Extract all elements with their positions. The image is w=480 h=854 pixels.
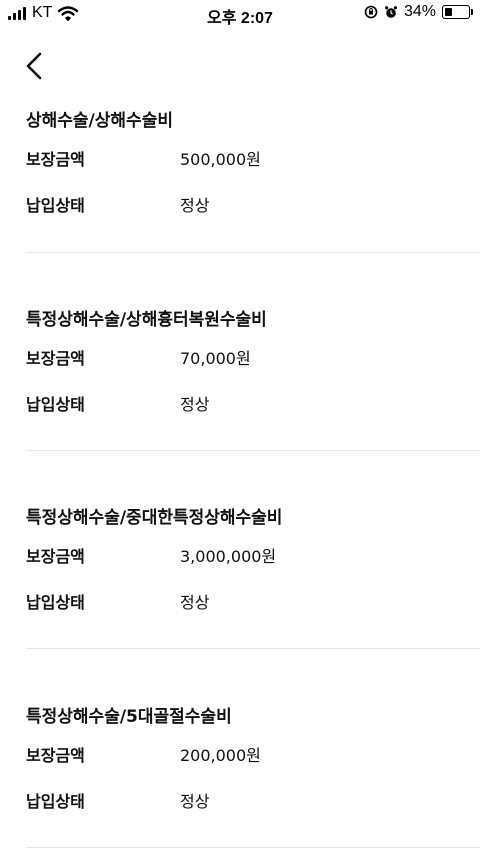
battery-cap (471, 9, 473, 15)
battery-level-fill (445, 8, 452, 16)
section-divider (26, 847, 480, 848)
coverage-amount-label: 보장금액 (26, 746, 85, 765)
section-divider (26, 450, 480, 451)
coverage-title: 상해수술/상해수술비 (26, 111, 173, 131)
payment-status-label: 납입상태 (26, 395, 85, 414)
battery-percent: 34% (403, 3, 436, 20)
coverage-title: 특정상해수술/상해흉터복원수술비 (26, 310, 267, 330)
coverage-amount-value: 70,000원 (180, 349, 251, 368)
payment-status-label: 납입상태 (26, 792, 85, 811)
coverage-title: 특정상해수술/5대골절수술비 (26, 707, 232, 727)
orientation-lock-icon (364, 5, 378, 19)
coverage-amount-value: 200,000원 (180, 746, 261, 765)
status-bar: KT 오후 2:07 34% (0, 0, 480, 28)
chevron-left-icon (26, 52, 42, 80)
section-divider (26, 648, 480, 649)
payment-status-value: 정상 (180, 593, 210, 612)
coverage-amount-value: 3,000,000원 (180, 547, 277, 566)
payment-status-label: 납입상태 (26, 593, 85, 612)
coverage-title: 특정상해수술/중대한특정상해수술비 (26, 508, 283, 528)
alarm-icon (384, 6, 397, 18)
section-divider (26, 252, 480, 253)
status-right: 34% (364, 3, 473, 21)
coverage-amount-label: 보장금액 (26, 547, 85, 566)
coverage-amount-label: 보장금액 (26, 150, 85, 169)
battery-icon (442, 5, 473, 19)
coverage-amount-value: 500,000원 (180, 150, 261, 169)
payment-status-value: 정상 (180, 395, 210, 414)
payment-status-value: 정상 (180, 792, 210, 811)
payment-status-label: 납입상태 (26, 196, 85, 215)
payment-status-value: 정상 (180, 196, 210, 215)
back-button[interactable] (22, 50, 50, 82)
coverage-amount-label: 보장금액 (26, 349, 85, 368)
